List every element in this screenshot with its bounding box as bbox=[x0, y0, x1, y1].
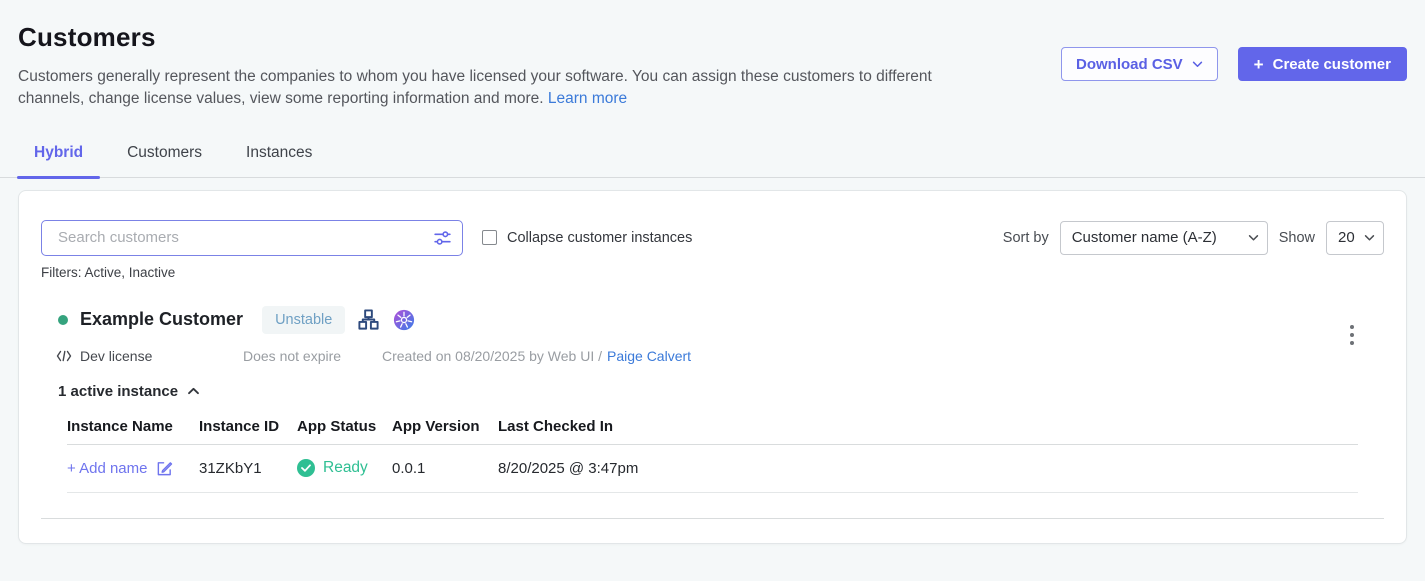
show-select-wrap: 20 bbox=[1326, 221, 1384, 255]
customers-panel: Collapse customer instances Sort by Cust… bbox=[18, 190, 1407, 544]
chevron-down-icon bbox=[1192, 61, 1203, 68]
tab-customers[interactable]: Customers bbox=[110, 144, 219, 177]
column-last-checked-in: Last Checked In bbox=[498, 418, 1358, 435]
license-type-label: Dev license bbox=[80, 348, 152, 364]
collapse-instances-checkbox[interactable] bbox=[482, 230, 497, 245]
add-name-label: + Add name bbox=[67, 460, 147, 477]
table-row: + Add name 31ZKbY1 bbox=[67, 445, 1358, 493]
tab-instances[interactable]: Instances bbox=[229, 144, 329, 177]
search-input[interactable] bbox=[41, 220, 463, 256]
header-actions: Download CSV + Create customer bbox=[1061, 47, 1407, 81]
column-app-status: App Status bbox=[297, 418, 392, 435]
instance-name-cell: + Add name bbox=[67, 460, 199, 477]
page-description: Customers generally represent the compan… bbox=[18, 66, 983, 111]
sitemap-icon bbox=[357, 308, 380, 331]
customer-name[interactable]: Example Customer bbox=[80, 309, 243, 330]
created-info: Created on 08/20/2025 by Web UI / Paige C… bbox=[382, 348, 691, 364]
download-csv-label: Download CSV bbox=[1076, 56, 1183, 73]
last-checked-in-cell: 8/20/2025 @ 3:47pm bbox=[498, 460, 1358, 477]
kubernetes-icon bbox=[393, 309, 415, 331]
filter-sliders-icon[interactable] bbox=[433, 228, 452, 247]
page-description-text: Customers generally represent the compan… bbox=[18, 68, 932, 107]
app-status-cell: Ready bbox=[297, 459, 392, 477]
code-icon bbox=[56, 349, 72, 363]
created-by-link[interactable]: Paige Calvert bbox=[607, 348, 691, 364]
tab-hybrid[interactable]: Hybrid bbox=[17, 144, 100, 177]
created-text: Created on 08/20/2025 by Web UI / bbox=[382, 348, 602, 364]
kebab-menu-icon[interactable] bbox=[1347, 322, 1357, 348]
instances-summary: 1 active instance bbox=[58, 383, 178, 400]
instances-table: Instance Name Instance ID App Status App… bbox=[67, 418, 1358, 493]
channel-badge: Unstable bbox=[262, 306, 345, 334]
chevron-up-icon bbox=[187, 387, 200, 395]
instances-toggle[interactable]: 1 active instance bbox=[41, 383, 200, 400]
sort-select-wrap: Customer name (A-Z) bbox=[1060, 221, 1268, 255]
filters-caption: Filters: Active, Inactive bbox=[41, 265, 1384, 280]
column-instance-id: Instance ID bbox=[199, 418, 297, 435]
sort-select[interactable]: Customer name (A-Z) bbox=[1060, 221, 1268, 255]
license-row: Dev license Does not expire Created on 0… bbox=[41, 348, 1384, 364]
collapse-instances-group: Collapse customer instances bbox=[482, 230, 692, 246]
check-circle-icon bbox=[297, 459, 315, 477]
license-expiration: Does not expire bbox=[243, 348, 382, 364]
column-app-version: App Version bbox=[392, 418, 498, 435]
add-name-link[interactable]: + Add name bbox=[67, 460, 199, 477]
edit-icon[interactable] bbox=[156, 460, 173, 477]
toolbar: Collapse customer instances Sort by Cust… bbox=[41, 191, 1384, 256]
collapse-instances-label: Collapse customer instances bbox=[507, 230, 692, 246]
create-customer-label: Create customer bbox=[1273, 56, 1391, 73]
customer-header: Example Customer Unstable bbox=[41, 306, 1384, 334]
create-customer-button[interactable]: + Create customer bbox=[1238, 47, 1407, 81]
license-type: Dev license bbox=[56, 348, 243, 364]
instances-table-header: Instance Name Instance ID App Status App… bbox=[67, 418, 1358, 445]
customer-bottom-divider bbox=[41, 518, 1384, 519]
sort-by-label: Sort by bbox=[1003, 230, 1049, 246]
show-select[interactable]: 20 bbox=[1326, 221, 1384, 255]
tab-bar: Hybrid Customers Instances bbox=[0, 144, 1425, 178]
customer-item: Example Customer Unstable bbox=[41, 306, 1384, 519]
active-status-dot bbox=[58, 315, 68, 325]
app-version-cell: 0.0.1 bbox=[392, 460, 498, 477]
column-instance-name: Instance Name bbox=[67, 418, 199, 435]
download-csv-button[interactable]: Download CSV bbox=[1061, 47, 1218, 81]
search-container bbox=[41, 220, 463, 256]
learn-more-link[interactable]: Learn more bbox=[548, 90, 627, 107]
plus-icon: + bbox=[1254, 56, 1264, 73]
show-label: Show bbox=[1279, 230, 1315, 246]
app-status-label: Ready bbox=[323, 459, 368, 477]
toolbar-right: Sort by Customer name (A-Z) Show 20 bbox=[1003, 221, 1384, 255]
instance-id-cell: 31ZKbY1 bbox=[199, 460, 297, 477]
